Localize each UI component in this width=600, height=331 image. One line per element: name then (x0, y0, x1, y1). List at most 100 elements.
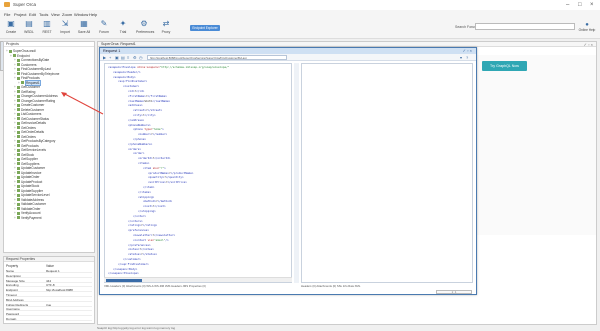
tree-item[interactable]: + VerifyPayment (14, 216, 42, 220)
scrollbar-thumb[interactable] (106, 279, 142, 282)
import-button[interactable]: ⇲ Import (57, 20, 73, 37)
clone-icon[interactable]: ▤ (121, 55, 125, 60)
tree-item[interactable]: + ValidateCustomer (14, 202, 46, 206)
tree-item[interactable]: + FindCustomerByLast (14, 67, 51, 71)
tree-item[interactable]: + GetInvoiceDetails (14, 121, 46, 125)
try-graphql-button[interactable]: Try GraphQL Now (482, 61, 527, 71)
request-xml-editor[interactable]: <soapenv:Envelope xmlns:soapenv="http://… (104, 63, 292, 283)
menu-file[interactable]: File (4, 12, 10, 17)
tree-item[interactable]: + GetCustomer (14, 85, 40, 89)
response-xml-editor[interactable] (301, 63, 473, 283)
property-row[interactable]: Bind Address (6, 298, 92, 302)
trial-button[interactable]: ✦ Trial (115, 20, 131, 37)
property-row[interactable]: Name Request 1 (6, 269, 92, 273)
property-row[interactable]: Timeout (6, 293, 92, 297)
history-icon[interactable]: ◷ (139, 55, 143, 60)
tree-item[interactable]: + FindCustomerByTelephone (14, 72, 59, 76)
tree-item[interactable]: + ListCustomers (14, 112, 41, 116)
preferences-button[interactable]: ⚙ Preferences (136, 20, 154, 37)
proxy-button[interactable]: ⇄ Proxy (158, 20, 174, 37)
search-forum-input[interactable] (475, 23, 575, 30)
property-value[interactable]: 444 (46, 279, 51, 283)
wsdl-button[interactable]: ▤ WSDL (21, 20, 37, 37)
property-value[interactable]: Request 1 (46, 269, 60, 273)
maximize-button[interactable]: □ (578, 1, 582, 9)
menu-window[interactable]: Window (74, 12, 88, 17)
tree-item[interactable]: + UpdateProduct (14, 180, 42, 184)
tree-item[interactable]: + GetSuppliers (14, 162, 39, 166)
property-row[interactable]: Encoding UTF-8 (6, 283, 92, 288)
tree-item[interactable]: + GetRating (14, 90, 35, 94)
tree-item[interactable]: + GetOrders (14, 126, 36, 130)
horizontal-scrollbar[interactable] (104, 277, 292, 282)
tree-item[interactable]: + UpdateOrder (14, 175, 39, 179)
create-button[interactable]: ▣ Create (3, 20, 19, 37)
create-test-icon[interactable]: ▣ (115, 55, 119, 60)
tree-item[interactable]: + SuperOrca.wsdl (6, 49, 36, 53)
log-tabs[interactable]: SoapUI log http log jetty log error log … (97, 326, 175, 330)
tree-item[interactable]: + GetServiceLevels (14, 148, 46, 152)
tree-item[interactable]: + UpdateStock (14, 184, 39, 188)
forum-button[interactable]: ✎ Forum (96, 20, 112, 37)
tree-item[interactable]: + Customers (14, 63, 36, 67)
tree-item[interactable]: + UpdateInvoice (14, 171, 41, 175)
tree-item[interactable]: + GetProductsByCategory (14, 139, 55, 143)
property-value[interactable]: true (46, 303, 51, 307)
submit-request-icon[interactable]: ▶ (103, 55, 106, 60)
response-tabs[interactable]: Headers (0) Attachments (0) SSL Info Raw… (301, 284, 473, 289)
property-value[interactable]: UTF-8 (46, 283, 55, 287)
property-row[interactable]: Follow Redirects true (6, 303, 92, 307)
property-column-header[interactable]: Property (6, 264, 18, 268)
main-toolbar: ▣ Create ▤ WSDL ▥ REST ⇲ Import ▦ Save A… (0, 18, 600, 39)
menu-zoom[interactable]: Zoom (62, 12, 72, 17)
tree-item[interactable]: + GetOrderDetails (14, 130, 44, 134)
tree-item[interactable]: + CreateCustomer (14, 103, 44, 107)
menu-tools[interactable]: Tools (39, 12, 48, 17)
property-row[interactable]: Endpoint http://localhost:8088 (6, 288, 92, 293)
menu-edit[interactable]: Edit (29, 12, 36, 17)
tree-item[interactable]: + GetStock (14, 153, 34, 157)
tree-item[interactable]: + ChangeCustomerRating (14, 99, 55, 103)
minimize-button[interactable]: – (566, 1, 569, 9)
tree-item[interactable]: + GetCustomerStatus (14, 117, 49, 121)
property-row[interactable]: Username (6, 307, 92, 312)
tree-item[interactable]: + Endpoint (10, 54, 30, 58)
menu-view[interactable]: View (51, 12, 60, 17)
tree-item[interactable]: + UpdateServiceLevel (14, 193, 50, 197)
tree-item[interactable]: + Request1 (18, 79, 41, 86)
property-row[interactable]: Message Size 444 (6, 279, 92, 283)
request-tabs[interactable]: XML Headers (0) Attachments (0) WS-A WS-… (104, 284, 294, 289)
menu-project[interactable]: Project (14, 12, 26, 17)
tree-item[interactable]: + UpdateCustomer (14, 166, 45, 170)
close-button[interactable]: × (590, 1, 594, 9)
rest-button[interactable]: ▥ REST (39, 20, 55, 37)
online-help-button[interactable]: ● Online Help (578, 22, 596, 36)
add-assertion-icon[interactable]: + (109, 55, 111, 60)
tree-item[interactable]: + DeleteCustomer (14, 108, 44, 112)
tree-item[interactable]: + VerifyAccount (14, 211, 41, 215)
tree-item[interactable]: + GetSupplier (14, 157, 38, 161)
save-all-button[interactable]: ▦ Save All (76, 20, 92, 37)
tree-item[interactable]: + ValidateOrder (14, 207, 40, 211)
expand-icon[interactable]: ▾ (460, 55, 462, 60)
endpoint-explorer-button[interactable]: Endpoint Explorer (190, 25, 220, 31)
menu-help[interactable]: Help (89, 12, 97, 17)
tree-item[interactable]: + ConnectionsByDate (14, 58, 49, 62)
tree-item[interactable]: + GetOrders (14, 135, 36, 139)
value-column-header[interactable]: Value (46, 264, 54, 268)
endpoint-url-field[interactable]: http://localhost:8088/mockSuperOrcaServi… (147, 55, 287, 60)
workspace-window-controls[interactable]: ✓ ▫ × (584, 42, 593, 47)
tree-item[interactable]: + UpdateSupplier (14, 189, 43, 193)
property-row[interactable]: Domain (6, 317, 92, 321)
property-row[interactable]: Password (6, 312, 92, 317)
tree-item[interactable]: + ValidateAddress (14, 198, 44, 202)
format-icon[interactable]: ≡ (127, 55, 129, 60)
tree-item[interactable]: + ChangeCustomerAddress (14, 94, 58, 98)
help-small-icon[interactable]: ? (466, 55, 468, 60)
property-row[interactable]: Description (6, 274, 92, 278)
property-value[interactable]: http://localhost:8088 (46, 288, 73, 292)
tree-item[interactable]: + GetProducts (14, 144, 39, 148)
settings-icon[interactable]: ⚙ (133, 55, 137, 60)
tree-item-label: GetServiceLevels (21, 148, 46, 152)
editor-splitter[interactable] (294, 63, 299, 283)
